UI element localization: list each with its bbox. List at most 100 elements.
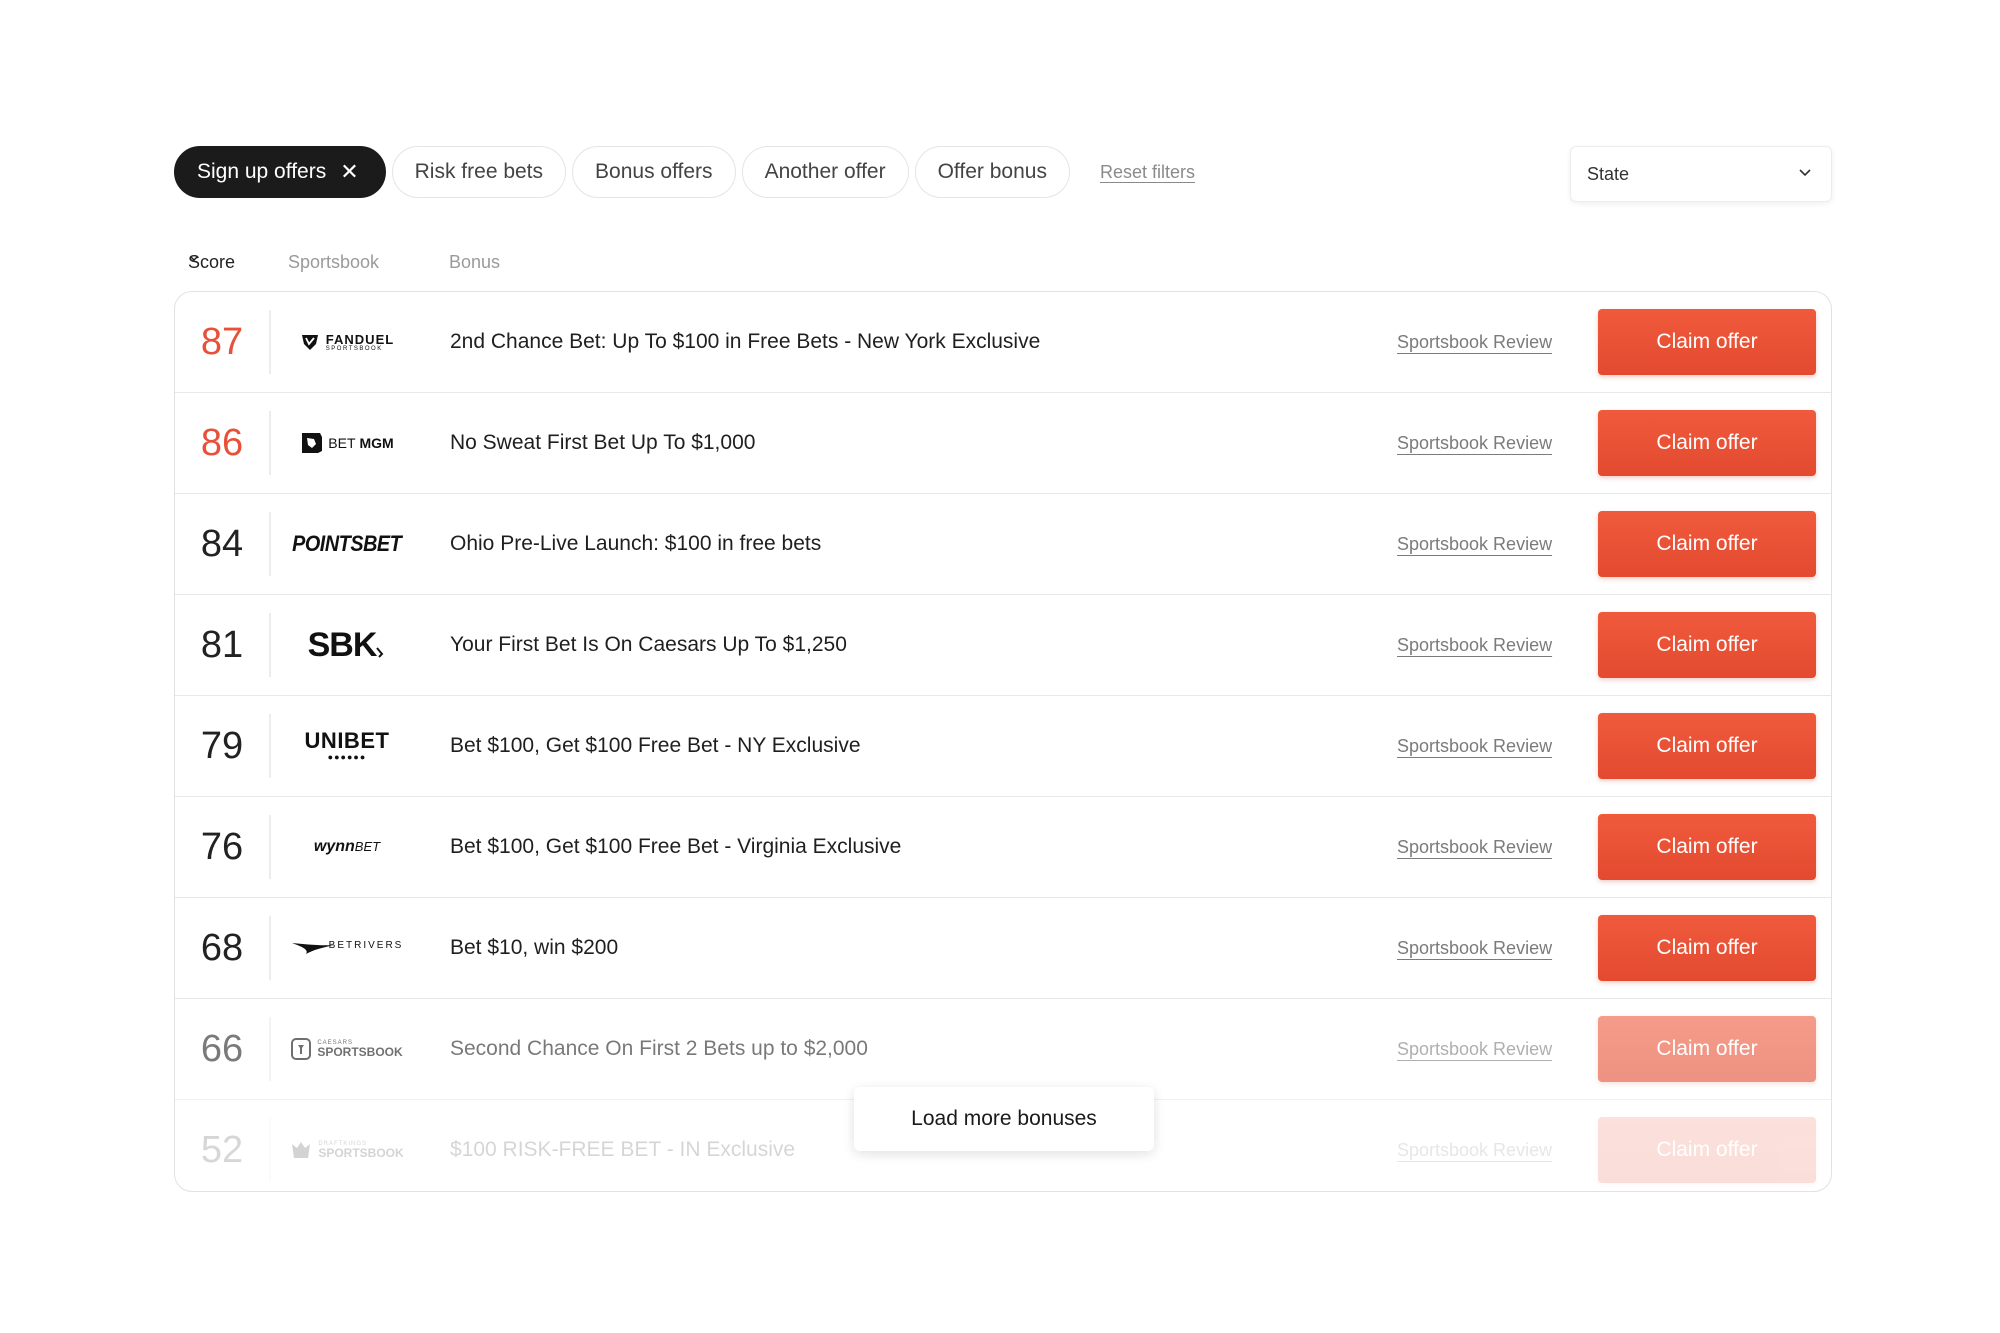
load-more-button[interactable]: Load more bonuses bbox=[854, 1087, 1154, 1151]
fanduel-logo: FANDUEL SPORTSBOOK bbox=[277, 292, 417, 392]
close-icon[interactable]: ✕ bbox=[340, 161, 358, 183]
filter-chip-sign-up-offers[interactable]: Sign up offers ✕ bbox=[174, 146, 386, 198]
bonus-text: 2nd Chance Bet: Up To $100 in Free Bets … bbox=[450, 330, 1041, 353]
sportsbook-header: Sportsbook bbox=[288, 252, 380, 272]
draftkings-logo: DRAFTKINGS SPORTSBOOK bbox=[277, 1100, 417, 1191]
logo-text: UNIBET bbox=[304, 728, 390, 753]
divider bbox=[269, 714, 271, 778]
bonus-text: No Sweat First Bet Up To $1,000 bbox=[450, 431, 756, 454]
reset-filters-link[interactable]: Reset filters bbox=[1100, 162, 1195, 183]
divider bbox=[269, 310, 271, 374]
bonus-text: Bet $10, win $200 bbox=[450, 936, 619, 959]
crown-icon bbox=[292, 1142, 311, 1158]
logo-text: wynn bbox=[313, 838, 355, 855]
claim-offer-button[interactable]: Claim offer bbox=[1598, 1117, 1816, 1183]
filter-chip-bonus-offers[interactable]: Bonus offers bbox=[572, 146, 736, 198]
filter-chip-another-offer[interactable]: Another offer bbox=[741, 146, 909, 198]
pointsbet-logo: POINTSBET bbox=[277, 494, 417, 594]
logo-subtext: SPORTSBOOK bbox=[318, 1146, 404, 1160]
logo-text: POINTSBET bbox=[292, 531, 402, 556]
table-row: 79 UNIBET ●●●●●● Bet $100, Get $100 Free… bbox=[175, 696, 1831, 797]
table-row: 68 BETRIVERS Bet $10, win $200 Sportsboo… bbox=[175, 898, 1831, 999]
table-row: 76 wynnBET Bet $100, Get $100 Free Bet -… bbox=[175, 797, 1831, 898]
filter-chip-label: Risk free bets bbox=[414, 160, 544, 183]
score-value: 76 bbox=[200, 825, 244, 868]
table-row: 81 SBK Your First Bet Is On Caesars Up T… bbox=[175, 595, 1831, 696]
sportsbook-review-link[interactable]: Sportsbook Review bbox=[1397, 1100, 1552, 1191]
divider bbox=[269, 1118, 271, 1182]
bonus-text: Ohio Pre-Live Launch: $100 in free bets bbox=[450, 532, 822, 555]
sort-score-header[interactable]: Score bbox=[188, 252, 235, 272]
divider bbox=[269, 411, 271, 475]
bonus-text: Bet $100, Get $100 Free Bet - Virginia E… bbox=[450, 835, 902, 858]
state-select-label: State bbox=[1587, 163, 1630, 184]
claim-offer-button[interactable]: Claim offer bbox=[1598, 713, 1816, 779]
laurel-icon bbox=[291, 1038, 312, 1060]
divider bbox=[269, 916, 271, 980]
state-select[interactable]: State bbox=[1570, 146, 1832, 202]
divider bbox=[269, 613, 271, 677]
score-value: 87 bbox=[200, 320, 244, 363]
sportsbook-review-link[interactable]: Sportsbook Review bbox=[1397, 494, 1552, 594]
divider bbox=[269, 512, 271, 576]
bonus-text: Bet $100, Get $100 Free Bet - NY Exclusi… bbox=[450, 734, 861, 757]
logo-subtext: BET bbox=[354, 839, 381, 854]
bonus-header: Bonus bbox=[449, 252, 501, 272]
score-value: 81 bbox=[200, 623, 244, 666]
divider bbox=[269, 1017, 271, 1081]
claim-offer-button[interactable]: Claim offer bbox=[1598, 814, 1816, 880]
score-value: 86 bbox=[200, 421, 244, 464]
logo-subtext: SPORTSBOOK bbox=[317, 1045, 403, 1059]
filter-chip-risk-free-bets[interactable]: Risk free bets bbox=[391, 146, 567, 198]
sportsbook-review-link[interactable]: Sportsbook Review bbox=[1397, 797, 1552, 897]
claim-offer-button[interactable]: Claim offer bbox=[1598, 511, 1816, 577]
sportsbook-review-link[interactable]: Sportsbook Review bbox=[1397, 393, 1552, 493]
score-value: 84 bbox=[200, 522, 244, 565]
score-value: 66 bbox=[200, 1027, 244, 1070]
table-row: 66 CAESARS SPORTSBOOK Second Chance On F… bbox=[175, 999, 1831, 1100]
offers-table: 87 FANDUEL SPORTSBOOK 2nd Chance Bet: Up… bbox=[174, 291, 1832, 1192]
table-row: 84 POINTSBET Ohio Pre-Live Launch: $100 … bbox=[175, 494, 1831, 595]
chevron-down-icon bbox=[1797, 164, 1813, 185]
dots-icon: ●●●●●● bbox=[327, 752, 367, 762]
arrow-mark-icon bbox=[376, 647, 384, 658]
wynnbet-logo: wynnBET bbox=[277, 797, 417, 897]
logo-subtext: SPORTSBOOK bbox=[325, 345, 383, 352]
betrivers-logo: BETRIVERS bbox=[277, 898, 417, 998]
logo-text: SBK bbox=[307, 625, 378, 664]
score-value: 79 bbox=[200, 724, 244, 767]
bonus-text: Your First Bet Is On Caesars Up To $1,25… bbox=[450, 633, 847, 656]
claim-offer-button[interactable]: Claim offer bbox=[1598, 309, 1816, 375]
filter-chip-label: Offer bonus bbox=[937, 160, 1047, 183]
bonus-text: $100 RISK-FREE BET - IN Exclusive bbox=[450, 1138, 796, 1161]
filter-bar: Sign up offers ✕ Risk free bets Bonus of… bbox=[174, 146, 1195, 198]
score-header-label: Score bbox=[188, 252, 236, 272]
claim-offer-button[interactable]: Claim offer bbox=[1598, 410, 1816, 476]
filter-chip-label: Another offer bbox=[764, 160, 886, 183]
sportsbook-review-link[interactable]: Sportsbook Review bbox=[1397, 999, 1552, 1099]
filter-chip-label: Bonus offers bbox=[595, 160, 713, 183]
sportsbook-review-link[interactable]: Sportsbook Review bbox=[1397, 595, 1552, 695]
claim-offer-button[interactable]: Claim offer bbox=[1598, 612, 1816, 678]
logo-text: FANDUEL bbox=[325, 331, 395, 347]
shield-icon bbox=[301, 335, 318, 350]
logo-text: BETRIVERS bbox=[328, 939, 404, 951]
divider bbox=[269, 815, 271, 879]
unibet-logo: UNIBET ●●●●●● bbox=[277, 696, 417, 796]
table-row: 87 FANDUEL SPORTSBOOK 2nd Chance Bet: Up… bbox=[175, 292, 1831, 393]
table-row: 86 BET MGM No Sweat First Bet Up To $1,00… bbox=[175, 393, 1831, 494]
filter-chip-offer-bonus[interactable]: Offer bonus bbox=[914, 146, 1070, 198]
caesars-logo: CAESARS SPORTSBOOK bbox=[277, 999, 417, 1099]
sportsbook-review-link[interactable]: Sportsbook Review bbox=[1397, 696, 1552, 796]
claim-offer-button[interactable]: Claim offer bbox=[1598, 915, 1816, 981]
filter-chip-label: Sign up offers bbox=[197, 160, 327, 183]
sbk-logo: SBK bbox=[277, 595, 417, 695]
score-value: 52 bbox=[200, 1128, 244, 1171]
bonus-text: Second Chance On First 2 Bets up to $2,0… bbox=[450, 1037, 868, 1060]
sportsbook-review-link[interactable]: Sportsbook Review bbox=[1397, 292, 1552, 392]
sportsbook-review-link[interactable]: Sportsbook Review bbox=[1397, 898, 1552, 998]
lion-icon bbox=[302, 433, 323, 453]
claim-offer-button[interactable]: Claim offer bbox=[1598, 1016, 1816, 1082]
score-value: 68 bbox=[200, 926, 244, 969]
betmgm-logo: BET MGM bbox=[277, 393, 417, 493]
